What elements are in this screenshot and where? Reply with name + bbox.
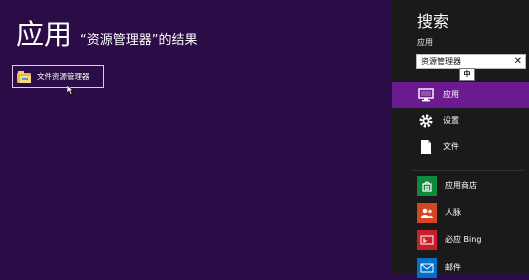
results-heading: 应用: [16, 18, 73, 51]
search-category-label: 设置: [443, 116, 459, 125]
file-icon: [417, 138, 435, 156]
search-input[interactable]: [421, 55, 505, 68]
search-app-label: 必应 Bing: [445, 235, 482, 244]
search-category-label: 文件: [443, 142, 459, 151]
results-caption: “资源管理器”的结果: [80, 33, 198, 48]
search-charm-title: 搜索: [417, 12, 450, 31]
search-app-store[interactable]: 应用商店: [392, 174, 529, 198]
search-app-label: 邮件: [445, 263, 461, 272]
search-app-mail[interactable]: 邮件: [392, 256, 529, 280]
search-scope-label: 应用: [417, 38, 433, 47]
search-category-apps[interactable]: 应用: [392, 82, 529, 108]
clear-search-button[interactable]: ✕: [514, 55, 522, 68]
search-box: ✕: [416, 54, 526, 69]
search-charm: 搜索 应用 ✕ 中 应用 设置: [392, 0, 529, 278]
search-category-files[interactable]: 文件: [392, 134, 529, 160]
search-category-label: 应用: [443, 90, 459, 99]
gear-icon: [417, 112, 435, 130]
mail-icon: [417, 258, 437, 278]
search-category-settings[interactable]: 设置: [392, 108, 529, 134]
bing-icon: [417, 230, 437, 250]
charm-divider: [412, 170, 524, 171]
search-app-people[interactable]: 人脉: [392, 201, 529, 225]
people-icon: [417, 203, 437, 223]
result-tile-file-explorer[interactable]: 文件资源管理器: [12, 65, 104, 88]
search-app-label: 人脉: [445, 208, 461, 217]
search-results-pane: 应用 “资源管理器”的结果 文件资源管理器: [0, 0, 392, 273]
ime-indicator[interactable]: 中: [459, 68, 475, 81]
search-app-label: 应用商店: [445, 181, 477, 190]
search-app-bing[interactable]: 必应 Bing: [392, 228, 529, 252]
result-tile-label: 文件资源管理器: [37, 71, 90, 81]
folder-icon: [17, 70, 31, 83]
store-icon: [417, 176, 437, 196]
mouse-pointer-icon: [67, 85, 74, 95]
monitor-icon: [417, 86, 435, 104]
